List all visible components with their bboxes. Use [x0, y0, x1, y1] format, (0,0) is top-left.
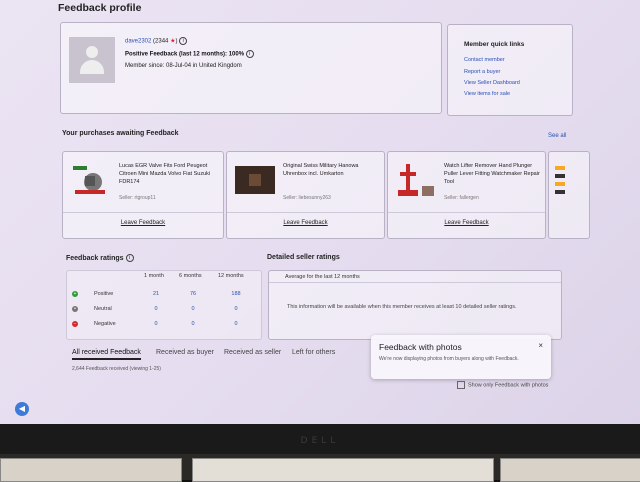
monitor-brand: DELL	[300, 436, 340, 446]
tab-all-received[interactable]: All received Feedback	[72, 349, 141, 360]
photos-filter-checkbox[interactable]	[457, 381, 465, 389]
purchase-card-partial	[548, 151, 590, 239]
seller-dashboard-link[interactable]: View Seller Dashboard	[464, 80, 520, 86]
item-title[interactable]: Watch Lifter Remover Hand Plunger Puller…	[444, 162, 544, 186]
member-since: Member since: 08-Jul-04 in United Kingdo…	[125, 63, 242, 69]
neutral-icon: •	[72, 306, 78, 312]
report-buyer-link[interactable]: Report a buyer	[464, 69, 500, 75]
avatar-head-icon	[86, 46, 98, 58]
item-image[interactable]	[71, 162, 111, 198]
popup-title: Feedback with photos	[379, 342, 462, 352]
minus-icon: −	[72, 321, 78, 327]
info-icon[interactable]: i	[245, 50, 254, 58]
col-6-months: 6 months	[179, 273, 202, 279]
dsr-title: Detailed seller ratings	[267, 254, 340, 261]
purchase-card: Original Swiss Military Hanowa Uhrenbox …	[226, 151, 385, 239]
contact-member-link[interactable]: Contact member	[464, 57, 505, 63]
divider	[388, 212, 545, 213]
purchases-title: Your purchases awaiting Feedback	[62, 130, 179, 137]
items-for-sale-link[interactable]: View items for sale	[464, 91, 510, 97]
feedback-ratings-title: Feedback ratings i	[66, 254, 134, 262]
quick-links-title: Member quick links	[464, 41, 525, 48]
feedback-count: 2,644 Feedback received (viewing 1-25)	[72, 366, 161, 372]
desk-area	[0, 454, 640, 482]
divider	[63, 212, 223, 213]
col-1-month: 1 month	[144, 273, 164, 279]
photos-filter-label: Show only Feedback with photos	[468, 382, 549, 389]
browser-screen: Feedback profile dave2302 (2344 ★) i Pos…	[0, 0, 640, 424]
info-icon[interactable]: i	[125, 254, 134, 262]
item-title[interactable]: Original Swiss Military Hanowa Uhrenbox …	[283, 162, 383, 178]
info-icon[interactable]: i	[179, 37, 188, 45]
avatar	[69, 37, 115, 83]
close-icon[interactable]: ×	[538, 341, 543, 350]
profile-card: dave2302 (2344 ★) i Positive Feedback (l…	[60, 22, 442, 114]
feedback-photos-popup: Feedback with photos × We're now display…	[371, 335, 551, 379]
popup-body: We're now displaying photos from buyers …	[379, 356, 519, 362]
member-quick-links: Member quick links Contact member Report…	[447, 24, 573, 116]
divider	[269, 282, 561, 283]
leave-feedback-link[interactable]: Leave Feedback	[63, 220, 223, 226]
photos-filter[interactable]: Show only Feedback with photos	[457, 381, 548, 389]
item-image[interactable]	[555, 162, 569, 198]
username-line: dave2302 (2344 ★) i	[125, 37, 188, 45]
avatar-body-icon	[80, 60, 104, 74]
col-12-months: 12 months	[218, 273, 244, 279]
item-image[interactable]	[396, 162, 436, 198]
item-image[interactable]	[235, 162, 275, 198]
tab-received-as-seller[interactable]: Received as seller	[224, 349, 281, 356]
dsr-message: This information will be available when …	[287, 304, 517, 310]
feedback-score[interactable]: (2344	[153, 39, 168, 45]
item-seller: Seller: liebesunny263	[283, 195, 331, 201]
page-title: Feedback profile	[58, 2, 142, 14]
dsr-header: Average for the last 12 months	[285, 274, 360, 280]
item-title[interactable]: Lucas EGR Valve Fits Ford Peugeot Citroe…	[119, 162, 219, 186]
tab-left-for-others[interactable]: Left for others	[292, 349, 335, 356]
item-seller: Seller: rtgroup11	[119, 195, 156, 201]
positive-feedback: Positive Feedback (last 12 months): 100%…	[125, 50, 254, 58]
tab-received-as-buyer[interactable]: Received as buyer	[156, 349, 214, 356]
leave-feedback-link[interactable]: Leave Feedback	[388, 220, 545, 226]
purchase-card: Lucas EGR Valve Fits Ford Peugeot Citroe…	[62, 151, 224, 239]
see-all-link[interactable]: See all	[548, 133, 566, 139]
chat-icon[interactable]: ◀	[15, 402, 29, 416]
ratings-table	[66, 270, 262, 340]
leave-feedback-link[interactable]: Leave Feedback	[227, 220, 384, 226]
purchase-card: Watch Lifter Remover Hand Plunger Puller…	[387, 151, 546, 239]
username-link[interactable]: dave2302	[125, 39, 151, 45]
item-seller: Seller: fallergen	[444, 195, 479, 201]
dsr-panel: Average for the last 12 months This info…	[268, 270, 562, 340]
divider	[227, 212, 384, 213]
plus-icon: +	[72, 291, 78, 297]
